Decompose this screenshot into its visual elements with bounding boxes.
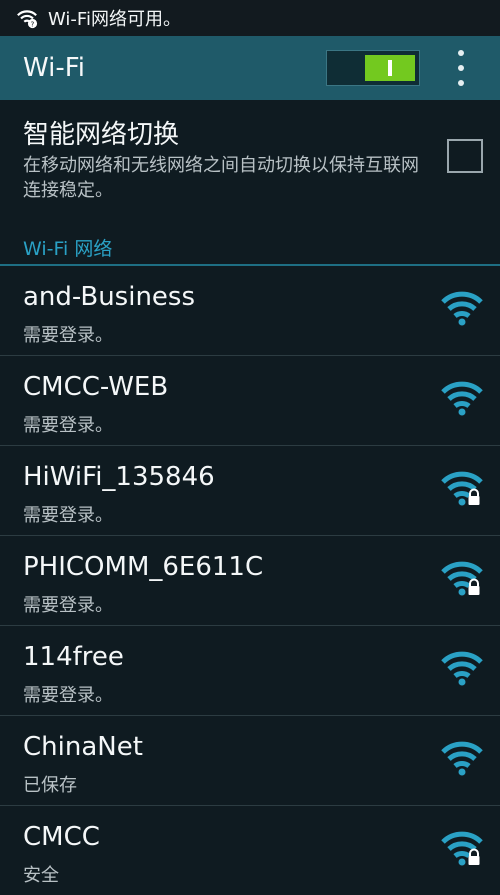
network-status: 需要登录。 [23,685,113,706]
wifi-signal-icon [441,291,483,326]
section-header: Wi-Fi 网络 [23,238,113,260]
network-status: 需要登录。 [23,325,113,346]
network-status: 安全 [23,865,59,886]
menu-dot [458,50,464,56]
network-name: 114free [23,642,124,672]
smart-network-switch-row[interactable]: 智能网络切换 在移动网络和无线网络之间自动切换以保持互联网连接稳定。 [0,100,500,210]
wifi-lock-icon [441,561,483,596]
wifi-lock-icon [441,831,483,866]
network-name: CMCC-WEB [23,372,169,402]
wifi-lock-icon [441,471,483,506]
status-text: Wi-Fi网络可用。 [48,9,181,30]
wifi-toggle[interactable] [326,50,420,86]
wifi-signal-icon [441,741,483,776]
menu-dot [458,80,464,86]
network-name: and-Business [23,282,196,312]
page-title: Wi-Fi [23,53,86,83]
network-status: 已保存 [23,775,77,796]
network-item-chinanet[interactable]: ChinaNet 已保存 [0,716,500,806]
network-item-114free[interactable]: 114free 需要登录。 [0,626,500,716]
network-item-cmcc[interactable]: CMCC 安全 [0,806,500,895]
smart-switch-description: 在移动网络和无线网络之间自动切换以保持互联网连接稳定。 [23,155,419,201]
network-name: ChinaNet [23,732,143,762]
network-name: PHICOMM_6E611C [23,552,264,582]
network-item-cmcc-web[interactable]: CMCC-WEB 需要登录。 [0,356,500,446]
network-item-and-business[interactable]: and-Business 需要登录。 [0,266,500,356]
smart-switch-checkbox[interactable] [447,139,483,173]
network-item-phicomm[interactable]: PHICOMM_6E611C 需要登录。 [0,536,500,626]
more-vert-icon[interactable] [448,50,474,86]
app-bar: Wi-Fi [0,36,500,100]
wifi-question-icon: ? [17,10,38,28]
network-list: and-Business 需要登录。 CMCC-WEB 需要登录。 HiWiFi… [0,266,500,895]
network-item-hiwifi[interactable]: HiWiFi_135846 需要登录。 [0,446,500,536]
network-status: 需要登录。 [23,415,113,436]
network-name: HiWiFi_135846 [23,462,215,492]
wifi-signal-icon [441,651,483,686]
svg-text:?: ? [31,19,35,28]
toggle-thumb [365,55,415,81]
wifi-signal-icon [441,381,483,416]
network-name: CMCC [23,822,100,852]
status-bar: ? Wi-Fi网络可用。 [0,0,500,36]
network-status: 需要登录。 [23,595,113,616]
menu-dot [458,65,464,71]
toggle-on-indicator [388,60,392,76]
smart-switch-title: 智能网络切换 [23,120,180,150]
network-status: 需要登录。 [23,505,113,526]
